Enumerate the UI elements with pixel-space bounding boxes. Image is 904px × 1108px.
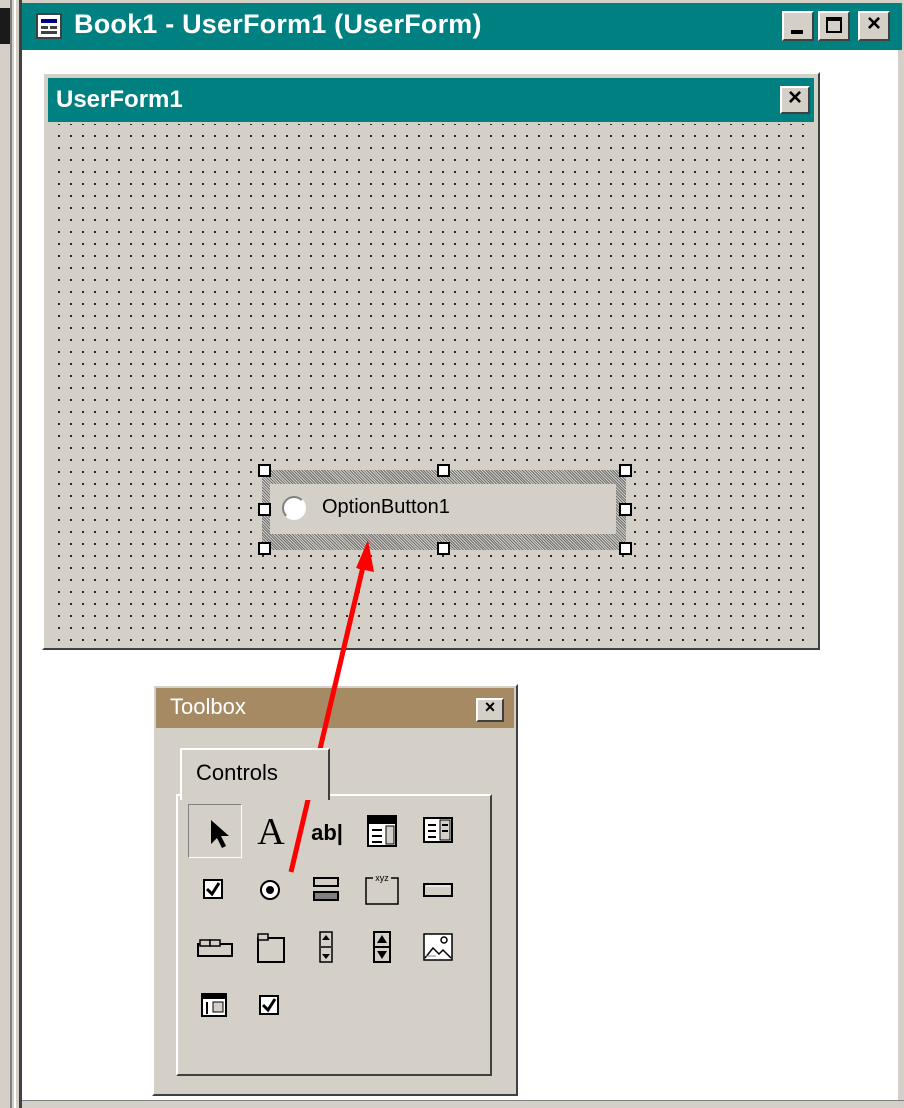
close-button[interactable]: ×: [858, 10, 890, 41]
scrollbar-tool[interactable]: [300, 920, 354, 974]
togglebutton-tool[interactable]: [300, 862, 354, 916]
textbox-tool[interactable]: ab|: [300, 804, 354, 858]
spinbutton-tool[interactable]: [356, 920, 410, 974]
tabstrip-tool[interactable]: [188, 920, 242, 974]
checkbox-tool[interactable]: [188, 862, 242, 916]
label-A-glyph: A: [257, 811, 285, 853]
commandbutton-tool[interactable]: [412, 862, 466, 916]
radio-circle-icon: [282, 496, 306, 520]
toolbox-controls-panel: A ab| xyz: [176, 794, 492, 1076]
designer-titlebar[interactable]: Book1 - UserForm1 (UserForm) ×: [22, 0, 904, 50]
multipage-icon: [257, 933, 285, 963]
optionbutton-tool[interactable]: [244, 862, 298, 916]
icon-part: [41, 31, 57, 34]
resize-handle-bottom-right[interactable]: [619, 542, 632, 555]
checkbox-icon: [203, 879, 223, 899]
adjacent-window-edge: [0, 0, 22, 1108]
toolbox-close-button[interactable]: ×: [476, 697, 504, 722]
frame-tool[interactable]: xyz: [356, 862, 410, 916]
textbox-glyph: ab|: [311, 820, 343, 845]
maximize-icon: [826, 17, 842, 33]
close-icon: ×: [866, 10, 881, 37]
edge-line: [14, 0, 16, 1108]
checkbox-icon: [259, 995, 279, 1015]
option-button-selection-frame[interactable]: OptionButton1: [262, 470, 626, 550]
designer-title: Book1 - UserForm1 (UserForm): [74, 9, 482, 39]
close-icon: ×: [484, 697, 496, 717]
option-button-label: OptionButton1: [322, 496, 450, 518]
toolbox-window: Toolbox × Controls A ab| xyz: [152, 684, 518, 1096]
refedit-tool[interactable]: [188, 978, 242, 1032]
option-button-icon: [260, 880, 280, 900]
userform-title: UserForm1: [56, 86, 183, 113]
command-button-icon: [423, 883, 453, 897]
toolbox-titlebar[interactable]: Toolbox ×: [156, 688, 514, 728]
frame-icon: xyz: [365, 873, 399, 905]
tab-controls-label: Controls: [196, 760, 278, 785]
icon-part: [50, 26, 57, 29]
combobox-icon: [367, 815, 397, 847]
minimize-icon: [791, 30, 803, 34]
image-icon: [423, 933, 453, 961]
resize-handle-top-left[interactable]: [258, 464, 271, 477]
toggle-button-icon: [313, 877, 339, 901]
tab-controls[interactable]: Controls: [180, 748, 330, 800]
refedit-icon: [201, 993, 227, 1017]
resize-handle-top-right[interactable]: [619, 464, 632, 477]
resize-handle-right[interactable]: [619, 503, 632, 516]
resize-handle-left[interactable]: [258, 503, 271, 516]
label-A-icon: A: [257, 811, 285, 853]
image-tool[interactable]: [412, 920, 466, 974]
checkbox-extra-tool[interactable]: [244, 978, 298, 1032]
userform-close-button[interactable]: ×: [780, 84, 810, 114]
resize-handle-top[interactable]: [437, 464, 450, 477]
label-tool[interactable]: A: [244, 804, 298, 858]
edge-line: [10, 0, 12, 1108]
minimize-button[interactable]: [782, 11, 814, 41]
listbox-icon: [423, 817, 453, 843]
userform-titlebar[interactable]: UserForm1 ×: [48, 78, 814, 122]
userform-designer-icon[interactable]: [36, 13, 62, 39]
toolbox-title: Toolbox: [170, 694, 246, 719]
spinbutton-icon: [373, 931, 391, 963]
tabstrip-icon: [197, 939, 233, 957]
frame-glyph: xyz: [375, 873, 389, 883]
window-frame-bottom: [22, 1100, 904, 1108]
icon-part: [41, 26, 48, 29]
maximize-button[interactable]: [818, 11, 850, 41]
window-edge-marker: [0, 8, 10, 44]
pointer-arrow-icon: [211, 820, 229, 848]
select-objects-tool[interactable]: [188, 804, 242, 858]
resize-handle-bottom-left[interactable]: [258, 542, 271, 555]
window-frame-right: [898, 50, 904, 1108]
icon-part: [41, 19, 57, 23]
scrollbar-icon: [319, 931, 333, 963]
multipage-tool[interactable]: [244, 920, 298, 974]
userform[interactable]: UserForm1 × OptionButton1: [42, 72, 820, 650]
listbox-tool[interactable]: [412, 804, 466, 858]
close-icon: ×: [787, 84, 802, 111]
textbox-icon: ab|: [311, 820, 343, 845]
userform-design-grid[interactable]: OptionButton1: [48, 124, 814, 644]
option-button-control[interactable]: OptionButton1: [270, 484, 616, 534]
combobox-tool[interactable]: [356, 804, 410, 858]
resize-handle-bottom[interactable]: [437, 542, 450, 555]
